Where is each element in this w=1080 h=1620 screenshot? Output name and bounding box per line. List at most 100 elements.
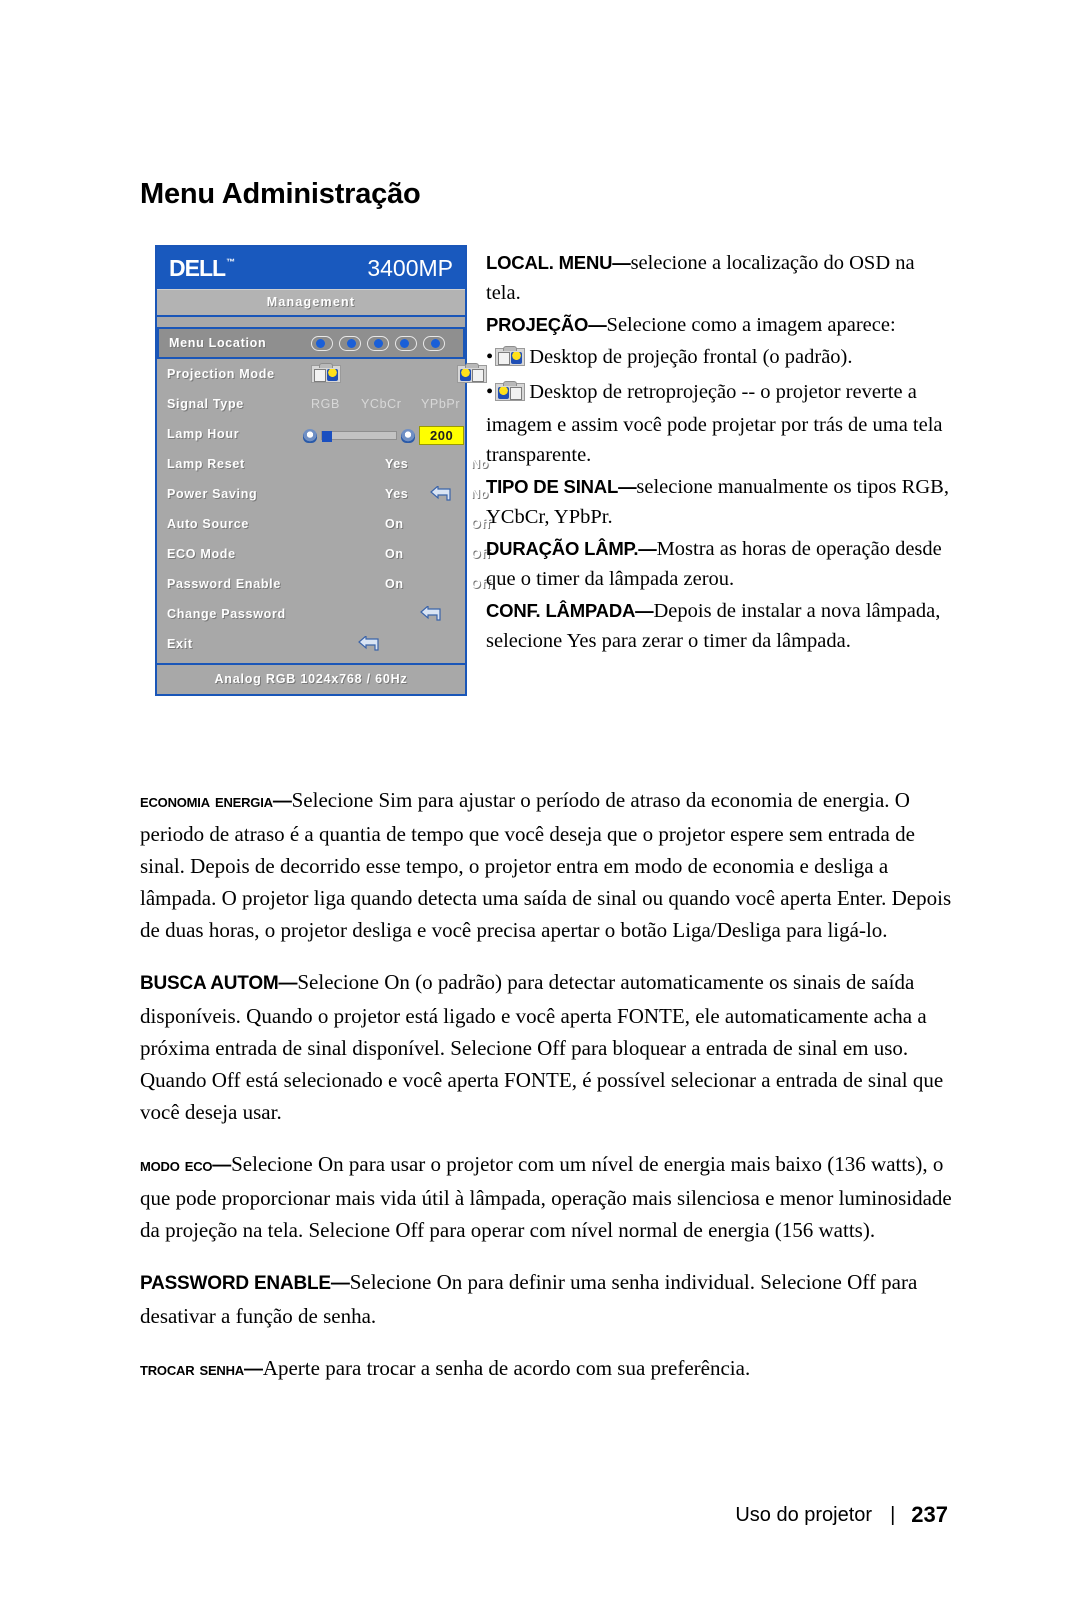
term-change-password: Trocar Senha (140, 1359, 244, 1380)
body-descriptions: Economia Energia—Selecione Sim para ajus… (140, 784, 960, 1406)
front-projection-icon[interactable] (311, 363, 341, 383)
term-lamp-reset: CONF. LÂMPADA (486, 600, 636, 621)
dash: — (330, 1273, 350, 1294)
paragraph-eco-mode-text: Selecione On para usar o projetor com um… (140, 1152, 952, 1242)
term-menu-location: LOCAL. MENU (486, 252, 613, 273)
menu-location-bottom-right-icon[interactable] (423, 335, 445, 351)
dell-logo: DELL ™ (169, 254, 236, 281)
term-lamp-hour: DURAÇÃO LÂMP. (486, 538, 639, 559)
term-password-enable: PASSWORD ENABLE (140, 1273, 331, 1294)
lamp-high-icon (401, 428, 415, 443)
bullet-rear-projection-text: Desktop de retroprojeção -- o projetor r… (486, 381, 943, 466)
footer-page-number: 237 (911, 1502, 948, 1527)
osd-row-projection-mode[interactable]: Projection Mode (157, 359, 487, 389)
eco-mode-on[interactable]: On (385, 547, 404, 561)
exit-control[interactable] (309, 629, 457, 659)
menu-location-top-right-icon[interactable] (339, 335, 361, 351)
eco-mode-options[interactable]: On Off (309, 539, 490, 569)
osd-row-auto-source[interactable]: Auto Source On Off (157, 509, 490, 539)
signal-type-ypbpr[interactable]: YPbPr (421, 397, 460, 411)
osd-row-change-password[interactable]: Change Password (157, 599, 465, 629)
term-signal-type: TIPO DE SINAL (486, 476, 619, 497)
menu-location-center-icon[interactable] (367, 335, 389, 351)
lamp-hour-value: 200 (419, 426, 465, 445)
menu-location-bottom-left-icon[interactable] (395, 335, 417, 351)
front-projection-icon (495, 346, 526, 366)
footer-separator: | (890, 1503, 896, 1526)
description-menu-location: LOCAL. MENU—selecione a localização do O… (486, 248, 954, 308)
description-signal-type: TIPO DE SINAL—selecione manualmente os t… (486, 472, 954, 532)
signal-type-ycbcr[interactable]: YCbCr (361, 397, 402, 411)
osd-spacer (157, 317, 465, 327)
description-projection: PROJEÇÃO—Selecione como a imagem aparece… (486, 310, 954, 340)
osd-label-auto-source: Auto Source (167, 517, 250, 531)
osd-titlebar: DELL ™ 3400MP (157, 247, 465, 289)
osd-row-exit[interactable]: Exit (157, 629, 465, 659)
dash: — (618, 476, 637, 497)
dash: — (588, 314, 607, 335)
projection-mode-options[interactable] (309, 359, 487, 389)
paragraph-password-enable: PASSWORD ENABLE—Selecione On para defini… (140, 1266, 960, 1332)
enter-arrow-icon[interactable] (357, 636, 379, 651)
password-enable-on[interactable]: On (385, 577, 404, 591)
osd-row-signal-type[interactable]: Signal Type RGB YCbCr YPbPr (157, 389, 465, 419)
osd-label-lamp-hour: Lamp Hour (167, 427, 240, 441)
osd-row-lamp-hour[interactable]: Lamp Hour 200 (157, 419, 465, 449)
dash: — (272, 791, 292, 812)
menu-location-options[interactable] (311, 329, 455, 357)
description-projection-text: Selecione como a imagem aparece: (606, 314, 896, 336)
osd-label-power-saving: Power Saving (167, 487, 258, 501)
term-eco-mode: Modo ECO (140, 1155, 213, 1176)
lamp-reset-options[interactable]: Yes No (309, 449, 488, 479)
paragraph-change-password-text: Aperte para trocar a senha de acordo com… (262, 1356, 751, 1380)
dash: — (635, 600, 654, 621)
osd-menu-subtitle: Management (157, 289, 465, 317)
osd-row-lamp-reset[interactable]: Lamp Reset Yes No (157, 449, 488, 479)
emphasis-fonte-1: FONTE (617, 1004, 685, 1028)
power-saving-options[interactable]: Yes No (309, 479, 488, 509)
enter-arrow-icon[interactable] (429, 486, 451, 501)
lamp-reset-yes[interactable]: Yes (385, 457, 408, 471)
menu-location-top-left-icon[interactable] (311, 335, 333, 351)
rear-projection-icon[interactable] (457, 363, 487, 383)
emphasis-fonte-2: FONTE (504, 1068, 572, 1092)
osd-descriptions: LOCAL. MENU—selecione a localização do O… (486, 248, 954, 658)
osd-row-power-saving[interactable]: Power Saving Yes No (157, 479, 488, 509)
lamp-hour-slider[interactable] (321, 431, 397, 442)
rear-projection-icon (495, 381, 526, 401)
lamp-low-icon (303, 428, 317, 443)
signal-type-options[interactable]: RGB YCbCr YPbPr (309, 389, 460, 419)
power-saving-yes[interactable]: Yes (385, 487, 408, 501)
osd-row-password-enable[interactable]: Password Enable On Off (157, 569, 490, 599)
lamp-hour-control[interactable]: 200 (303, 419, 465, 449)
osd-label-lamp-reset: Lamp Reset (167, 457, 245, 471)
auto-source-on[interactable]: On (385, 517, 404, 531)
paragraph-auto-source: BUSCA AUTOM—Selecione On (o padrão) para… (140, 966, 960, 1128)
dell-logo-text: DELL (169, 254, 226, 281)
description-lamp-reset: CONF. LÂMPADA—Depois de instalar a nova … (486, 596, 954, 656)
dash: — (212, 1155, 232, 1176)
osd-status-bar: Analog RGB 1024x768 / 60Hz (157, 663, 465, 694)
signal-type-rgb[interactable]: RGB (311, 397, 340, 411)
osd-model-name: 3400MP (367, 254, 453, 281)
osd-row-eco-mode[interactable]: ECO Mode On Off (157, 539, 490, 569)
bullet-front-projection-text: Desktop de projeção frontal (o padrão). (529, 346, 853, 368)
term-power-saving: Economia Energia (140, 791, 273, 812)
dell-logo-tm: ™ (226, 256, 236, 267)
osd-label-change-password: Change Password (167, 607, 286, 621)
change-password-control[interactable] (309, 599, 457, 629)
enter-arrow-icon[interactable] (419, 606, 441, 621)
password-enable-options[interactable]: On Off (309, 569, 490, 599)
osd-row-menu-location[interactable]: Menu Location (157, 327, 465, 359)
auto-source-options[interactable]: On Off (309, 509, 490, 539)
dash: — (638, 538, 657, 559)
osd-label-signal-type: Signal Type (167, 397, 244, 411)
bullet-rear-projection: • Desktop de retroprojeção -- o projetor … (486, 381, 943, 466)
osd-label-menu-location: Menu Location (169, 336, 267, 350)
osd-label-exit: Exit (167, 637, 193, 651)
osd-label-eco-mode: ECO Mode (167, 547, 236, 561)
osd-label-password-enable: Password Enable (167, 577, 282, 591)
term-projection: PROJEÇÃO (486, 314, 589, 335)
dash: — (244, 1359, 263, 1380)
osd-screenshot: DELL ™ 3400MP Management Menu Location P… (155, 245, 490, 696)
